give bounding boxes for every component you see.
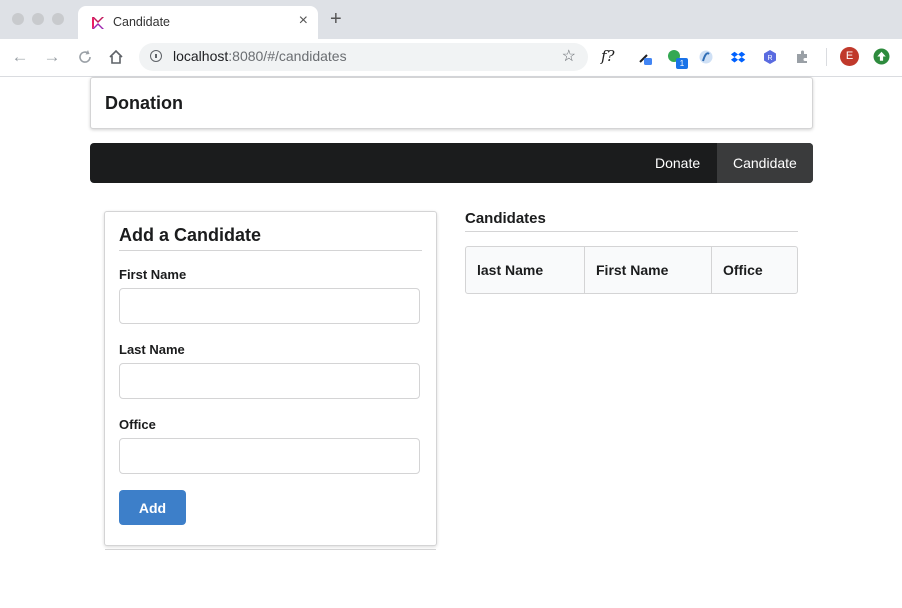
- bookmark-star-icon[interactable]: ☆: [562, 46, 576, 66]
- menu-item-candidate[interactable]: Candidate: [717, 143, 813, 183]
- address-bar[interactable]: localhost:8080/#/candidates ☆: [139, 43, 588, 71]
- candidates-divider: [465, 231, 798, 232]
- new-tab-button[interactable]: +: [330, 9, 342, 29]
- column-header-office[interactable]: Office: [711, 247, 797, 293]
- tab-close-icon[interactable]: ×: [299, 12, 308, 30]
- column-header-first-name[interactable]: First Name: [584, 247, 711, 293]
- menu-item-donate[interactable]: Donate: [639, 143, 716, 183]
- update-arrow-icon[interactable]: [873, 48, 890, 65]
- back-arrow-icon[interactable]: ←: [10, 47, 30, 67]
- top-menu: Donate Candidate: [90, 143, 813, 183]
- browser-toolbar: ← → localhost:8080/#/candidates ☆ f? 1 R…: [0, 39, 902, 77]
- reload-icon[interactable]: [76, 48, 94, 66]
- url-host: localhost: [173, 48, 229, 64]
- tab-title: Candidate: [113, 15, 170, 29]
- home-icon[interactable]: [107, 48, 125, 66]
- window-zoom-dot[interactable]: [52, 13, 64, 25]
- extension-badge: 1: [676, 58, 688, 69]
- last-name-input[interactable]: [119, 363, 420, 399]
- blue-swirl-extension-icon[interactable]: [698, 49, 714, 65]
- candidates-table: last Name First Name Office: [465, 246, 798, 294]
- hexagon-extension-icon[interactable]: R: [762, 49, 778, 65]
- site-info-icon[interactable]: [150, 50, 162, 62]
- url-path: :8080/#/candidates: [228, 48, 347, 64]
- add-button[interactable]: Add: [119, 490, 186, 525]
- formula-extension-icon[interactable]: f?: [601, 47, 615, 65]
- address-url[interactable]: localhost:8080/#/candidates: [173, 48, 347, 64]
- browser-tab[interactable]: Candidate ×: [78, 6, 318, 39]
- first-name-input[interactable]: [119, 288, 420, 324]
- toolbar-divider: [826, 48, 827, 66]
- profile-avatar[interactable]: E: [840, 47, 859, 66]
- column-header-last-name[interactable]: last Name: [466, 247, 584, 293]
- page-title: Donation: [105, 93, 183, 113]
- last-name-label: Last Name: [119, 342, 185, 357]
- svg-text:R: R: [767, 55, 772, 62]
- dropbox-extension-icon[interactable]: [730, 49, 746, 65]
- candidates-title: Candidates: [465, 210, 546, 227]
- office-input[interactable]: [119, 438, 420, 474]
- browser-tabstrip: Candidate × +: [0, 0, 902, 39]
- forward-arrow-icon[interactable]: →: [42, 47, 62, 67]
- office-label: Office: [119, 417, 156, 432]
- vue-favicon-icon: [92, 17, 104, 29]
- puzzle-extension-icon[interactable]: [794, 49, 810, 65]
- card-bottom-edge: [105, 545, 436, 550]
- donation-header-card: Donation: [90, 77, 813, 129]
- eyedropper-extension-icon[interactable]: [637, 49, 653, 65]
- first-name-label: First Name: [119, 267, 187, 282]
- window-close-dot[interactable]: [12, 13, 24, 25]
- add-candidate-card: Add a Candidate First Name Last Name Off…: [104, 211, 437, 550]
- form-title: Add a Candidate: [119, 225, 262, 245]
- window-minimize-dot[interactable]: [32, 13, 44, 25]
- form-divider: [119, 250, 422, 251]
